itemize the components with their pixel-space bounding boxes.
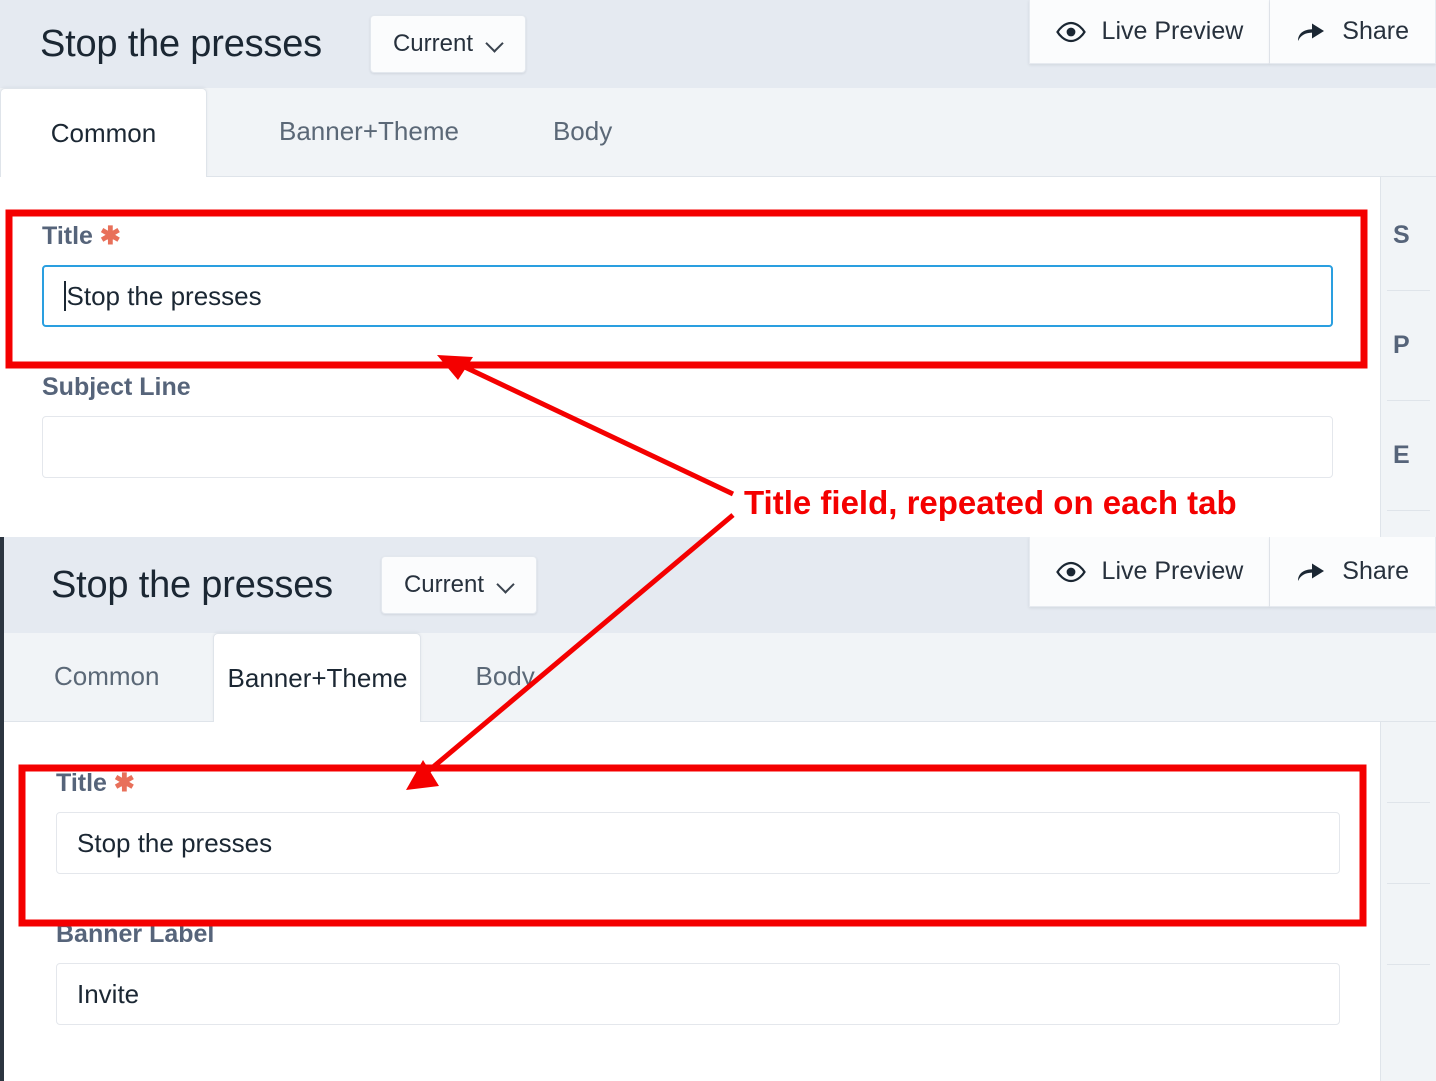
tab-banner-theme[interactable]: Banner+Theme (253, 87, 485, 176)
banner-label-input-value: Invite (77, 978, 140, 1009)
tab-bar-top: Common Banner+Theme Body (0, 88, 1436, 177)
rail-item-3[interactable] (1381, 965, 1436, 1005)
screenshot-stage: Stop the presses Current Live Preview Sh… (0, 0, 1436, 1081)
page-title: Stop the presses (51, 563, 333, 606)
field-title-label: Title ✱ (56, 768, 1340, 798)
eye-icon (1055, 21, 1086, 42)
editor-panel-common: Stop the presses Current Live Preview Sh… (0, 0, 1436, 537)
live-preview-button[interactable]: Live Preview (1028, 0, 1271, 64)
eye-icon (1055, 561, 1086, 582)
text-caret (64, 281, 66, 311)
version-dropdown-label: Current (403, 571, 484, 598)
form-body-bottom: Title ✱ Stop the presses Banner Label In… (4, 722, 1382, 1081)
rail-item-2[interactable]: E (1381, 401, 1436, 470)
tab-body-label: Body (475, 661, 535, 691)
right-sidebar-bottom (1380, 722, 1436, 1081)
rail-item-0[interactable]: S (1381, 177, 1436, 250)
share-button[interactable]: Share (1270, 537, 1436, 607)
title-input[interactable]: Stop the presses (42, 265, 1333, 327)
annotation-callout-text: Title field, repeated on each tab (744, 484, 1237, 521)
rail-item-3[interactable]: E (1381, 511, 1436, 537)
share-button[interactable]: Share (1270, 0, 1436, 64)
right-sidebar-top: S P E E (1380, 177, 1436, 537)
tab-common[interactable]: Common (0, 88, 207, 177)
live-preview-label: Live Preview (1101, 17, 1244, 45)
tab-banner-theme-label: Banner+Theme (279, 116, 459, 146)
rail-item-2[interactable] (1381, 884, 1436, 924)
share-label: Share (1342, 557, 1409, 585)
field-banner-label-label: Banner Label (56, 920, 215, 948)
rail-item-0[interactable] (1381, 722, 1436, 762)
tab-body-label: Body (552, 116, 613, 146)
banner-label-input[interactable]: Invite (56, 963, 1340, 1025)
live-preview-button[interactable]: Live Preview (1028, 537, 1271, 607)
field-title: Title ✱ Stop the presses (0, 177, 1375, 327)
tab-common[interactable]: Common (28, 632, 185, 721)
version-dropdown-button[interactable]: Current (380, 556, 537, 614)
form-body-top: Title ✱ Stop the presses Subject Line (0, 177, 1375, 537)
tab-body[interactable]: Body (527, 87, 638, 176)
version-dropdown-button[interactable]: Current (369, 15, 526, 73)
tab-common-label: Common (50, 117, 157, 148)
header-actions-top: Live Preview Share (1028, 0, 1436, 64)
page-title: Stop the presses (40, 22, 322, 65)
title-input[interactable]: Stop the presses (56, 812, 1340, 874)
title-input-value: Stop the presses (66, 280, 262, 311)
rail-item-1[interactable]: P (1381, 291, 1436, 360)
chevron-down-icon (498, 577, 514, 593)
version-dropdown-label: Current (392, 30, 473, 57)
field-title-label-text: Title (56, 769, 107, 797)
editor-panel-banner-theme: Stop the presses Current Live Preview Sh… (0, 537, 1436, 1081)
rail-item-1[interactable] (1381, 803, 1436, 843)
tab-common-label: Common (54, 661, 160, 691)
tab-banner-theme[interactable]: Banner+Theme (213, 633, 422, 722)
required-asterisk-icon: ✱ (113, 769, 135, 797)
field-subject-line-label: Subject Line (42, 373, 191, 401)
share-label: Share (1342, 17, 1409, 45)
required-asterisk-icon: ✱ (99, 222, 121, 250)
subject-line-input[interactable] (42, 416, 1333, 478)
share-arrow-icon (1298, 563, 1325, 581)
field-title: Title ✱ Stop the presses (4, 722, 1382, 874)
field-subject-line: Subject Line (0, 327, 1375, 478)
title-input-value: Stop the presses (77, 827, 273, 858)
chevron-down-icon (487, 36, 503, 52)
tab-banner-theme-label: Banner+Theme (227, 662, 408, 693)
tab-body[interactable]: Body (449, 632, 560, 721)
header-actions-bottom: Live Preview Share (1028, 537, 1436, 607)
field-title-label-text: Title (42, 222, 93, 250)
field-title-label: Title ✱ (42, 221, 1333, 251)
share-arrow-icon (1298, 23, 1325, 41)
tab-bar-bottom: Common Banner+Theme Body (4, 633, 1436, 722)
live-preview-label: Live Preview (1101, 557, 1244, 585)
field-banner-label: Banner Label Invite (4, 874, 1382, 1025)
